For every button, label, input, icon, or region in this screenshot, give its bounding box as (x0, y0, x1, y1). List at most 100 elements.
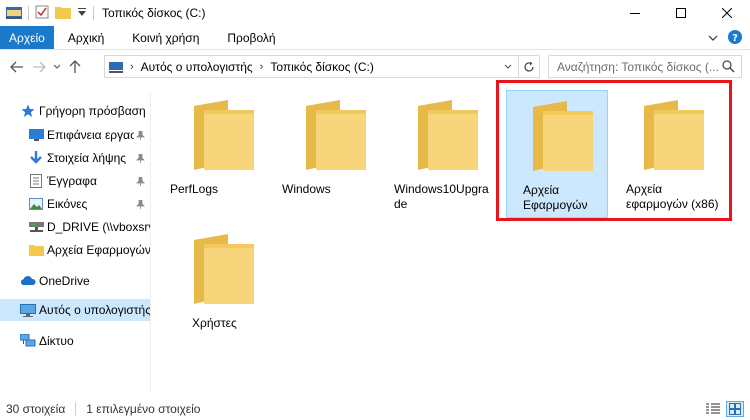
pictures-icon (28, 196, 44, 212)
arrow-left-icon (10, 61, 23, 73)
status-bar: 30 στοιχεία 1 επιλεγμένο στοιχείο (0, 398, 750, 420)
tab-file[interactable]: Αρχείο (0, 26, 54, 49)
refresh-icon (524, 61, 534, 72)
close-icon (722, 8, 732, 18)
forward-button[interactable] (28, 56, 50, 78)
sidebar-item-label: Έγγραφα (47, 174, 97, 188)
sidebar-item-label: Γρήγορη πρόσβαση (39, 104, 146, 118)
sidebar-item-network[interactable]: Δίκτυο (0, 330, 150, 352)
tab-view[interactable]: Προβολή (213, 26, 289, 49)
computer-icon (20, 302, 36, 318)
details-view-icon (706, 403, 720, 414)
onedrive-icon (20, 273, 36, 289)
explorer-icon[interactable] (6, 5, 22, 22)
minimize-icon (630, 13, 640, 14)
folder-label: Windows10Upgrade (394, 182, 489, 211)
search-placeholder: Αναζήτηση: Τοπικός δίσκος (... (557, 59, 719, 74)
window-title: Τοπικός δίσκος (C:) (102, 6, 206, 20)
arrow-up-icon (69, 60, 81, 73)
address-history-button[interactable] (497, 56, 518, 77)
sidebar-item-label: Δίκτυο (39, 334, 74, 348)
folder-icon (418, 100, 478, 170)
sidebar-item-d-drive[interactable]: D_DRIVE (\\vboxsrv) (0, 216, 150, 238)
large-icons-view-button[interactable] (726, 401, 744, 417)
large-icons-view-icon (729, 403, 741, 415)
document-icon (28, 173, 44, 189)
sidebar-item-downloads[interactable]: Στοιχεία λήψης (0, 147, 150, 169)
minimize-button[interactable] (612, 0, 658, 26)
folder-icon (28, 242, 44, 258)
help-button[interactable]: ? (728, 29, 742, 47)
sidebar-item-quick-access[interactable]: Γρήγορη πρόσβαση (0, 100, 150, 122)
pane-divider[interactable] (150, 92, 151, 392)
chevron-down-icon (53, 64, 61, 69)
navigation-row: › Αυτός ο υπολογιστής › Τοπικός δίσκος (… (0, 54, 750, 80)
sidebar-item-label: Στοιχεία λήψης (47, 151, 127, 165)
folder-windows[interactable]: Windows (280, 90, 382, 218)
folder-perflogs[interactable]: PerfLogs (168, 90, 270, 218)
sidebar-item-this-pc[interactable]: Αυτός ο υπολογιστής (0, 299, 150, 321)
maximize-button[interactable] (658, 0, 704, 26)
folder-label: PerfLogs (170, 182, 219, 196)
folder-windows10upgrade[interactable]: Windows10Upgrade (392, 90, 494, 218)
sidebar-item-desktop[interactable]: Επιφάνεια εργασ (0, 124, 150, 146)
sidebar-item-program-files[interactable]: Αρχεία Εφαρμογών (0, 239, 150, 261)
address-bar[interactable]: › Αυτός ο υπολογιστής › Τοπικός δίσκος (… (104, 55, 540, 78)
breadcrumb-this-pc[interactable]: Αυτός ο υπολογιστής (137, 60, 257, 74)
sidebar-item-onedrive[interactable]: OneDrive (0, 270, 150, 292)
sidebar-item-label: Αρχεία Εφαρμογών (47, 243, 150, 257)
recent-locations-button[interactable] (50, 56, 64, 78)
details-view-button[interactable] (704, 401, 722, 417)
help-icon: ? (728, 29, 742, 44)
chevron-down-icon (708, 35, 718, 41)
new-folder-icon[interactable] (55, 5, 71, 22)
chevron-down-icon (504, 64, 511, 69)
status-divider (75, 402, 77, 416)
toolbar-divider (28, 6, 29, 20)
quick-access-toolbar (0, 0, 94, 26)
search-input[interactable]: Αναζήτηση: Τοπικός δίσκος (... (548, 55, 742, 78)
back-button[interactable] (6, 56, 28, 78)
address-root-icon (105, 61, 127, 73)
sidebar-item-label: Αυτός ο υπολογιστής (39, 303, 150, 317)
maximize-icon (676, 8, 686, 18)
pin-icon[interactable] (134, 175, 146, 187)
sidebar-item-label: Επιφάνεια εργασ (47, 128, 138, 142)
address-end-controls (497, 56, 539, 77)
view-buttons (704, 401, 744, 417)
pin-icon[interactable] (134, 198, 146, 210)
search-icon[interactable] (722, 60, 735, 76)
sidebar-item-label: D_DRIVE (\\vboxsrv) (47, 220, 150, 234)
breadcrumb-local-disk[interactable]: Τοπικός δίσκος (C:) (266, 60, 378, 74)
sidebar-item-label: Εικόνες (47, 197, 88, 211)
sidebar-item-documents[interactable]: Έγγραφα (0, 170, 150, 192)
pin-icon[interactable] (134, 152, 146, 164)
network-drive-icon (28, 219, 44, 235)
customize-toolbar-icon[interactable] (77, 6, 87, 20)
refresh-button[interactable] (518, 56, 539, 77)
svg-text:?: ? (732, 33, 738, 44)
tab-home[interactable]: Αρχική (54, 26, 118, 49)
selected-count: 1 επιλεγμένο στοιχείο (86, 402, 201, 416)
folder-label: Windows (282, 182, 331, 196)
folder-users[interactable]: Χρήστες (168, 224, 270, 352)
sidebar-item-label: OneDrive (39, 274, 90, 288)
pin-icon[interactable] (134, 129, 146, 141)
tab-share[interactable]: Κοινή χρήση (118, 26, 213, 49)
chevron-right-icon[interactable]: › (127, 61, 137, 73)
window-controls (612, 0, 750, 26)
title-bar: Τοπικός δίσκος (C:) (0, 0, 750, 26)
properties-icon[interactable] (35, 5, 49, 22)
ribbon-right-controls: ? (708, 26, 742, 50)
desktop-icon (28, 127, 44, 143)
star-icon (20, 103, 36, 119)
download-icon (28, 150, 44, 166)
ribbon-tabs: Αρχείο Αρχική Κοινή χρήση Προβολή ? (0, 26, 750, 50)
toolbar-divider (93, 6, 94, 20)
expand-ribbon-button[interactable] (708, 31, 718, 45)
close-button[interactable] (704, 0, 750, 26)
arrow-right-icon (33, 61, 46, 73)
chevron-right-icon[interactable]: › (257, 61, 267, 73)
sidebar-item-pictures[interactable]: Εικόνες (0, 193, 150, 215)
up-button[interactable] (64, 56, 86, 78)
